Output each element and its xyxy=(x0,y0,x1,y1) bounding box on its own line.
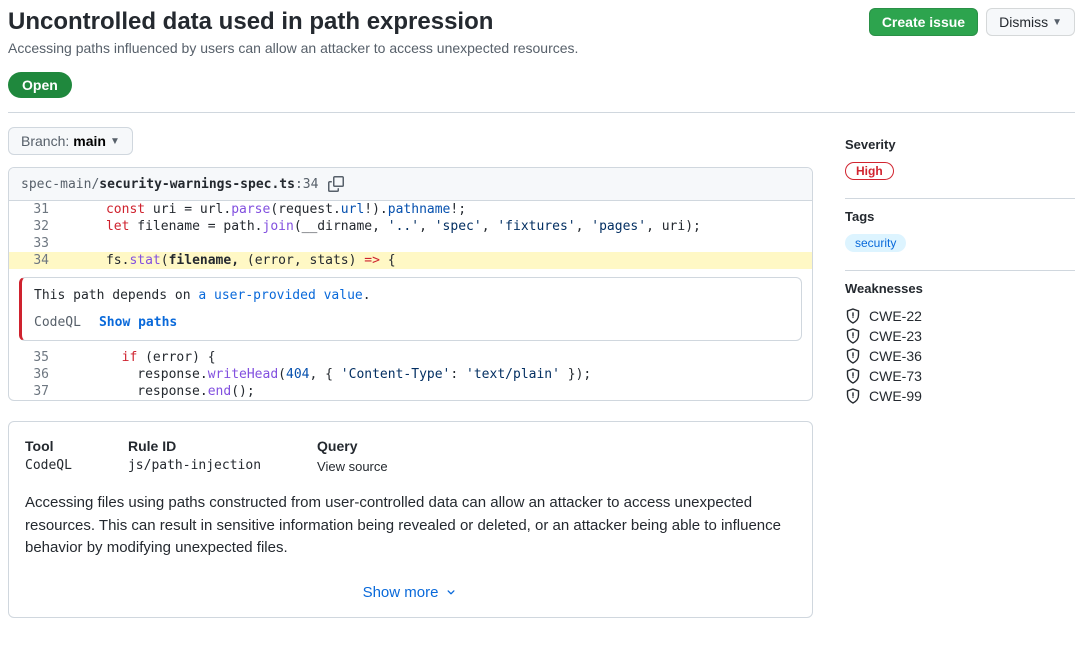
alert-suffix: . xyxy=(363,288,371,303)
code-line: 31 const uri = url.parse(request.url!).p… xyxy=(9,201,812,218)
weakness-item[interactable]: CWE-36 xyxy=(845,346,1075,366)
tag-chip[interactable]: security xyxy=(845,234,906,252)
weakness-label: CWE-99 xyxy=(869,388,922,404)
dismiss-button[interactable]: Dismiss ▼ xyxy=(986,8,1075,36)
alert-message: This path depends on a user-provided val… xyxy=(34,288,789,303)
create-issue-button[interactable]: Create issue xyxy=(869,8,978,36)
meta-label: Tool xyxy=(25,438,72,454)
line-number: 35 xyxy=(9,349,59,366)
shield-icon xyxy=(845,388,861,404)
caret-down-icon: ▼ xyxy=(1052,17,1062,28)
details-box: Tool CodeQL Rule ID js/path-injection Qu… xyxy=(8,421,813,618)
file-line: :34 xyxy=(295,177,318,192)
show-more-label: Show more xyxy=(363,584,439,601)
code-line: 36 response.writeHead(404, { 'Content-Ty… xyxy=(9,366,812,383)
shield-icon xyxy=(845,308,861,324)
weakness-label: CWE-73 xyxy=(869,368,922,384)
branch-selector[interactable]: Branch: main ▼ xyxy=(8,127,133,155)
page-subtitle: Accessing paths influenced by users can … xyxy=(8,40,578,56)
alert-prefix: This path depends on xyxy=(34,288,198,303)
file-name: security-warnings-spec.ts xyxy=(99,177,295,192)
meta-value: CodeQL xyxy=(25,458,72,473)
code-line: 35 if (error) { xyxy=(9,349,812,366)
weakness-item[interactable]: CWE-73 xyxy=(845,366,1075,386)
line-number: 37 xyxy=(9,383,59,400)
code-line: 33 xyxy=(9,235,812,252)
shield-icon xyxy=(845,328,861,344)
file-dir: spec-main/ xyxy=(21,177,99,192)
show-more-button[interactable]: Show more xyxy=(25,574,796,601)
line-number: 34 xyxy=(9,252,59,269)
severity-badge: High xyxy=(845,162,894,180)
line-number: 36 xyxy=(9,366,59,383)
weaknesses-heading: Weaknesses xyxy=(845,281,1075,296)
severity-section: Severity High xyxy=(845,127,1075,199)
tags-section: Tags security xyxy=(845,199,1075,271)
file-path-row: spec-main/security-warnings-spec.ts:34 xyxy=(9,168,812,201)
weakness-label: CWE-23 xyxy=(869,328,922,344)
line-number: 31 xyxy=(9,201,59,218)
code-snippet: spec-main/security-warnings-spec.ts:34 3… xyxy=(8,167,813,401)
chevron-down-icon xyxy=(444,585,458,599)
code-line-highlighted: 34 fs.stat(filename, (error, stats) => { xyxy=(9,252,812,269)
details-text: Accessing files using paths constructed … xyxy=(25,492,796,560)
line-number: 32 xyxy=(9,218,59,235)
branch-name: main xyxy=(73,133,106,149)
code-line: 32 let filename = path.join(__dirname, '… xyxy=(9,218,812,235)
shield-icon xyxy=(845,348,861,364)
meta-rule: Rule ID js/path-injection xyxy=(128,438,261,474)
meta-label: Query xyxy=(317,438,388,454)
alert-link[interactable]: a user-provided value xyxy=(198,288,362,303)
meta-label: Rule ID xyxy=(128,438,261,454)
weakness-label: CWE-36 xyxy=(869,348,922,364)
meta-tool: Tool CodeQL xyxy=(25,438,72,474)
view-source-link[interactable]: View source xyxy=(317,459,388,474)
branch-label: Branch: xyxy=(21,133,69,149)
alert-box: This path depends on a user-provided val… xyxy=(19,277,802,341)
status-badge: Open xyxy=(8,72,72,98)
shield-icon xyxy=(845,368,861,384)
line-number: 33 xyxy=(9,235,59,252)
severity-heading: Severity xyxy=(845,137,1075,152)
show-paths-button[interactable]: Show paths xyxy=(99,315,177,330)
dismiss-label: Dismiss xyxy=(999,14,1048,30)
meta-query: Query View source xyxy=(317,438,388,474)
copy-icon[interactable] xyxy=(328,176,344,192)
meta-value: js/path-injection xyxy=(128,458,261,473)
weakness-item[interactable]: CWE-99 xyxy=(845,386,1075,406)
alert-tool: CodeQL xyxy=(34,315,81,330)
code-line: 37 response.end(); xyxy=(9,383,812,400)
weaknesses-section: Weaknesses CWE-22 CWE-23 CWE-36 CWE-73 xyxy=(845,271,1075,424)
tags-heading: Tags xyxy=(845,209,1075,224)
divider xyxy=(8,112,1075,113)
page-title: Uncontrolled data used in path expressio… xyxy=(8,8,578,36)
weakness-item[interactable]: CWE-22 xyxy=(845,306,1075,326)
weakness-item[interactable]: CWE-23 xyxy=(845,326,1075,346)
caret-down-icon: ▼ xyxy=(110,136,120,147)
weakness-label: CWE-22 xyxy=(869,308,922,324)
